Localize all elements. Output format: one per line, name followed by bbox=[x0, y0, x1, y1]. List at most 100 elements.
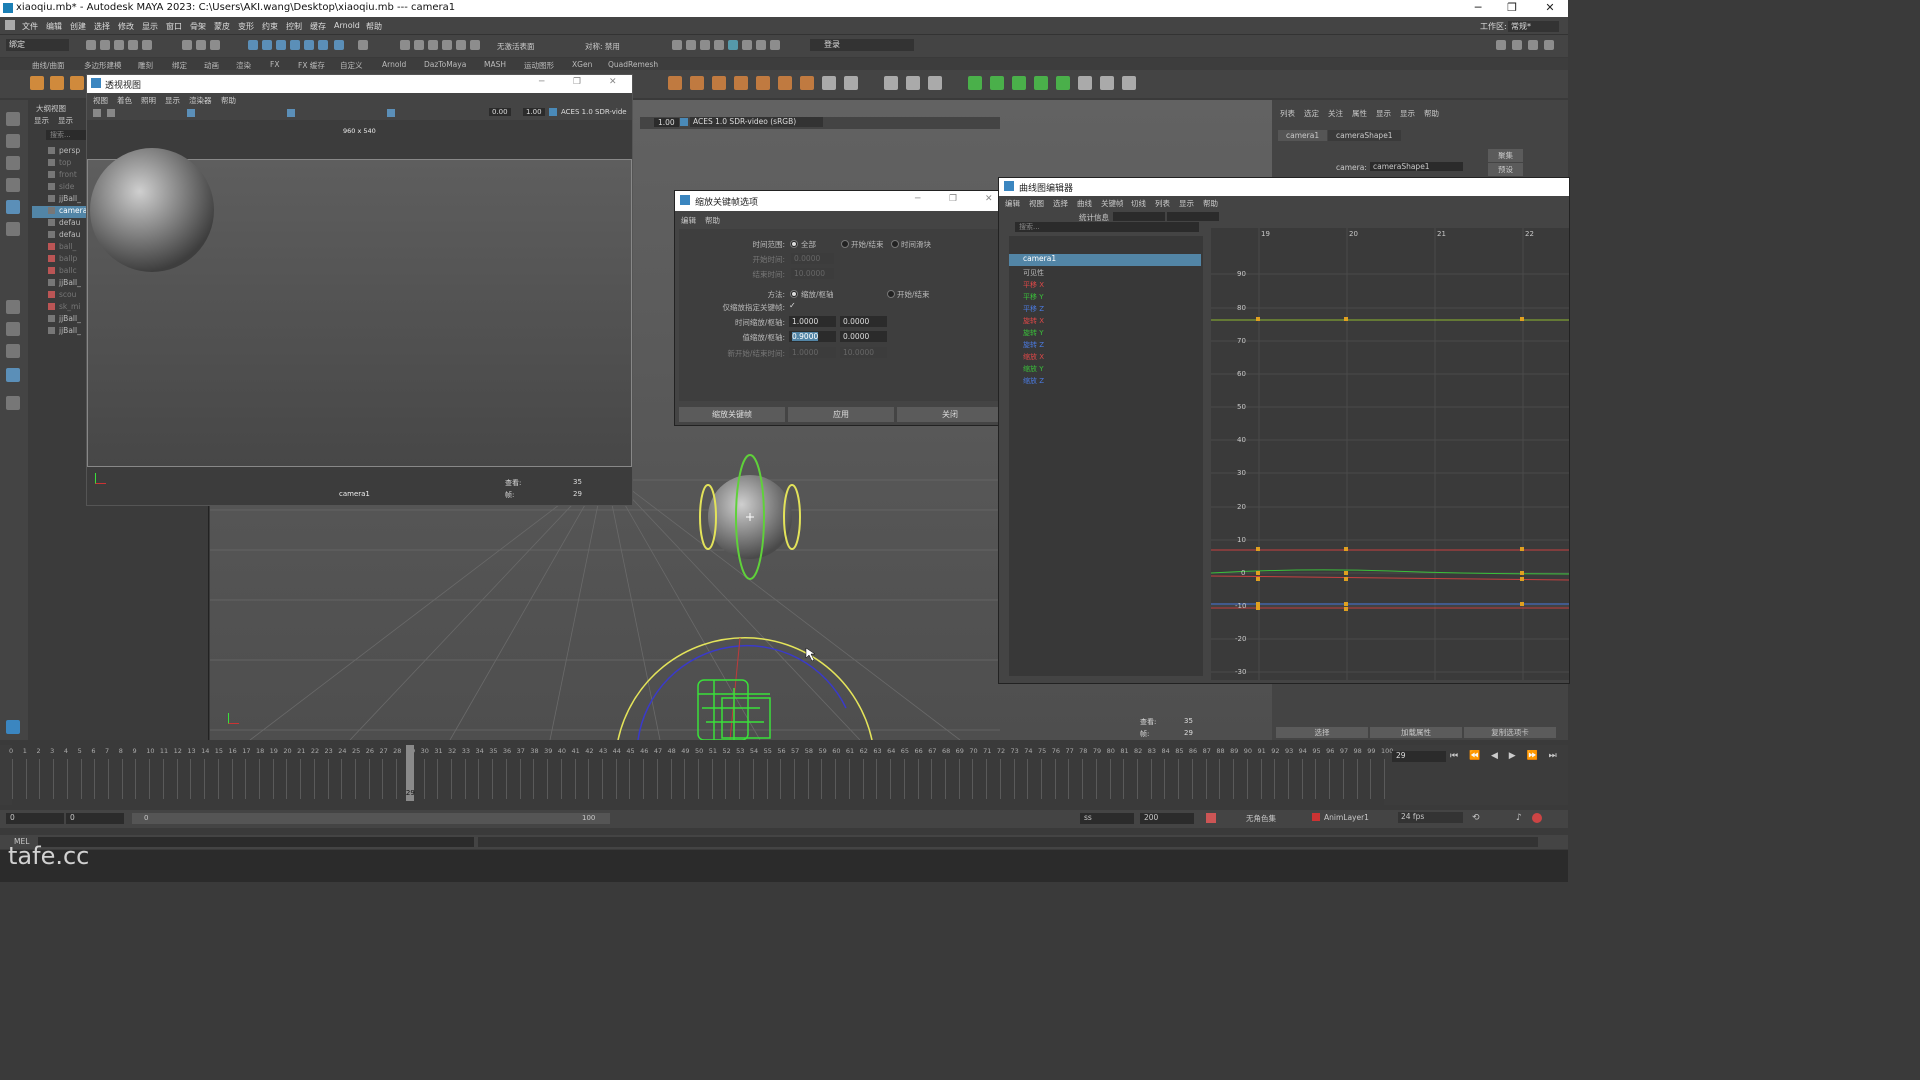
live-icon[interactable] bbox=[470, 40, 480, 50]
ge-menu-tangents[interactable]: 切线 bbox=[1131, 198, 1146, 209]
fps-select[interactable]: 24 fps bbox=[1398, 812, 1463, 823]
rotate-tool-icon[interactable] bbox=[6, 200, 20, 214]
menu-create[interactable]: 创建 bbox=[70, 21, 86, 32]
minimize-button[interactable]: ─ bbox=[1470, 1, 1486, 14]
select-component-icon[interactable] bbox=[210, 40, 220, 50]
sphere-object[interactable] bbox=[88, 148, 228, 278]
range-bar[interactable]: 0 100 bbox=[132, 813, 610, 824]
mirror-icon[interactable] bbox=[1078, 76, 1092, 90]
pw-menu-show[interactable]: 显示 bbox=[165, 95, 180, 106]
time-pivot-field[interactable]: 0.0000 bbox=[840, 316, 887, 327]
apply-button[interactable]: 应用 bbox=[788, 407, 894, 422]
outliner-item[interactable]: ball_ bbox=[48, 242, 76, 254]
ae-menu-attributes[interactable]: 属性 bbox=[1352, 108, 1367, 119]
history-icon[interactable] bbox=[400, 40, 410, 50]
outliner-layout-icon[interactable] bbox=[6, 368, 20, 382]
value-pivot-field[interactable]: 0.0000 bbox=[840, 331, 887, 342]
lock-icon[interactable] bbox=[358, 40, 368, 50]
record-icon[interactable] bbox=[1532, 813, 1542, 823]
shelf-tab-fx[interactable]: FX bbox=[270, 60, 279, 69]
outliner-item[interactable]: persp bbox=[48, 146, 80, 158]
ik-spline-icon[interactable] bbox=[70, 76, 84, 90]
paint-weights-icon[interactable] bbox=[712, 76, 726, 90]
ge-channel[interactable]: 旋转 Y bbox=[1023, 328, 1044, 340]
shelf-tab-quadremesh[interactable]: QuadRemesh bbox=[608, 60, 658, 69]
four-view-icon[interactable] bbox=[6, 322, 20, 336]
layout-icon[interactable] bbox=[1496, 40, 1506, 50]
outliner-item[interactable]: scou bbox=[48, 290, 76, 302]
radio-scale-pivot[interactable] bbox=[790, 290, 798, 298]
ae-focus-button[interactable]: 聚集 bbox=[1488, 149, 1523, 162]
outliner-item[interactable]: sk_mi bbox=[48, 302, 80, 314]
outliner-item[interactable]: jjBall_ bbox=[48, 278, 81, 290]
ge-channel[interactable]: 平移 Y bbox=[1023, 292, 1044, 304]
menu-display[interactable]: 显示 bbox=[142, 21, 158, 32]
lattice-icon[interactable] bbox=[756, 76, 770, 90]
pw-menu-help[interactable]: 帮助 bbox=[221, 95, 236, 106]
pause-icon[interactable] bbox=[770, 40, 780, 50]
current-frame-field[interactable]: 29 bbox=[1392, 751, 1446, 762]
close-button[interactable]: ✕ bbox=[985, 194, 993, 204]
radio-time-slider[interactable] bbox=[891, 240, 899, 248]
snap-pivot-icon[interactable] bbox=[334, 40, 344, 50]
render-frame-icon[interactable] bbox=[672, 40, 682, 50]
select-tool-icon[interactable] bbox=[6, 112, 20, 126]
radio-start-end[interactable] bbox=[841, 240, 849, 248]
move-tool-icon[interactable] bbox=[6, 178, 20, 192]
pw-menu-lighting[interactable]: 照明 bbox=[141, 95, 156, 106]
menu-cache[interactable]: 缓存 bbox=[310, 21, 326, 32]
channelbox-icon[interactable] bbox=[1512, 40, 1522, 50]
outliner-item[interactable]: jjBall_ bbox=[48, 326, 81, 338]
parent-constraint-icon[interactable] bbox=[884, 76, 898, 90]
ge-stats-field[interactable] bbox=[1167, 212, 1219, 221]
outliner-item[interactable]: defau bbox=[48, 218, 80, 230]
menu-select[interactable]: 选择 bbox=[94, 21, 110, 32]
ge-graph-view[interactable]: 19 20 21 22 90 80 70 60 50 40 30 20 10 0… bbox=[1210, 228, 1570, 680]
arnold-ipr-icon[interactable] bbox=[742, 40, 752, 50]
start-time-field[interactable]: 0.0000 bbox=[791, 253, 834, 264]
snap-view-icon[interactable] bbox=[290, 40, 300, 50]
color-management-icon[interactable] bbox=[549, 108, 557, 116]
menu-help[interactable]: 帮助 bbox=[366, 21, 382, 32]
scale-keys-titlebar[interactable]: 缩放关键帧选项 ─ ❐ ✕ bbox=[675, 191, 1007, 211]
lasso-tool-icon[interactable] bbox=[6, 134, 20, 148]
orient-constraint-icon[interactable] bbox=[928, 76, 942, 90]
hammer-icon[interactable] bbox=[1100, 76, 1114, 90]
snap-point-icon[interactable] bbox=[276, 40, 286, 50]
anim-layer-select[interactable]: AnimLayer1 bbox=[1324, 813, 1369, 822]
ipr-icon[interactable] bbox=[700, 40, 710, 50]
close-button[interactable]: ✕ bbox=[1542, 1, 1558, 14]
minimize-button[interactable]: ─ bbox=[915, 194, 920, 204]
ae-load-button[interactable]: 加载属性 bbox=[1370, 727, 1462, 738]
construction-icon[interactable] bbox=[442, 40, 452, 50]
ge-node-camera[interactable]: camera1 bbox=[1009, 254, 1201, 266]
wire-icon[interactable] bbox=[800, 76, 814, 90]
menu-constrain[interactable]: 约束 bbox=[262, 21, 278, 32]
scale-tool-icon[interactable] bbox=[6, 222, 20, 236]
mel-input[interactable] bbox=[38, 837, 474, 847]
login-dropdown[interactable]: 登录 bbox=[810, 39, 914, 51]
ik-icon[interactable] bbox=[50, 76, 64, 90]
end-time-field[interactable]: 10.0000 bbox=[791, 268, 834, 279]
radio-method-startend[interactable] bbox=[887, 290, 895, 298]
ge-stats-field[interactable] bbox=[1113, 212, 1165, 221]
ge-curves[interactable] bbox=[1210, 228, 1570, 680]
ge-channel[interactable]: 缩放 X bbox=[1023, 352, 1044, 364]
graph-editor-titlebar[interactable]: 曲线图编辑器 bbox=[999, 178, 1569, 196]
outliner-item[interactable]: defau bbox=[48, 230, 80, 242]
menu-modify[interactable]: 修改 bbox=[118, 21, 134, 32]
snap-surface-icon[interactable] bbox=[304, 40, 314, 50]
shelf-tab-xgen[interactable]: XGen bbox=[572, 60, 592, 69]
ae-tab-camera[interactable]: camera1 bbox=[1278, 130, 1328, 141]
camera-select-icon[interactable] bbox=[93, 109, 101, 117]
ge-menu-curves[interactable]: 曲线 bbox=[1077, 198, 1092, 209]
outliner-item[interactable]: top bbox=[48, 158, 71, 170]
home-icon[interactable] bbox=[5, 20, 15, 30]
arnold-render-icon[interactable] bbox=[728, 40, 738, 50]
shelf-tab-arnold[interactable]: Arnold bbox=[382, 60, 406, 69]
cluster-icon[interactable] bbox=[734, 76, 748, 90]
select-hierarchy-icon[interactable] bbox=[182, 40, 192, 50]
dlg-menu-edit[interactable]: 编辑 bbox=[681, 215, 696, 226]
camera-manipulator[interactable] bbox=[610, 598, 880, 740]
ae-menu-list[interactable]: 列表 bbox=[1280, 108, 1295, 119]
